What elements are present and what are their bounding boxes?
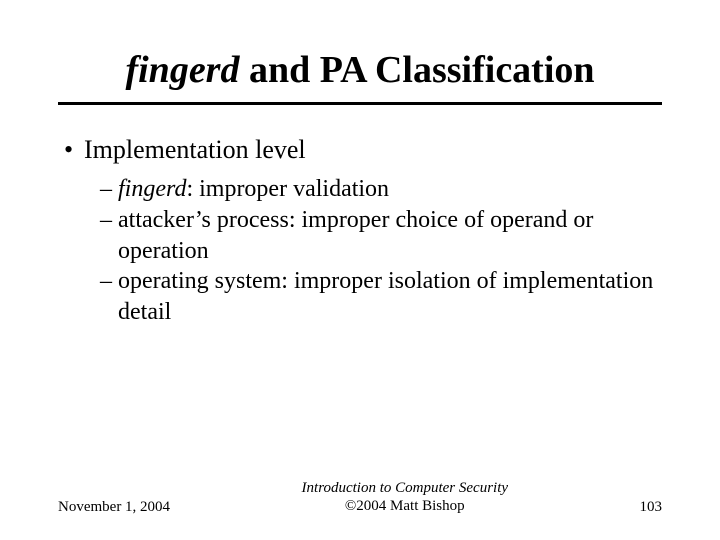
list-item: – operating system: improper isolation o… — [100, 266, 662, 327]
dash-icon: – — [100, 205, 118, 266]
footer-date: November 1, 2004 — [58, 499, 170, 516]
slide: fingerd and PA Classification •Implement… — [0, 0, 720, 540]
footer-center: Introduction to Computer Security ©2004 … — [302, 479, 509, 517]
page-number: 103 — [640, 499, 663, 516]
sub-italic: fingerd — [118, 176, 186, 202]
bullet-l1-text: Implementation level — [84, 135, 306, 164]
sub-text: operating system: improper isolation of … — [118, 266, 662, 327]
title-rule — [58, 102, 662, 105]
sub-bullets: – fingerd: improper validation – attacke… — [100, 174, 662, 328]
sub-text: fingerd: improper validation — [118, 174, 662, 205]
sub-text: attacker’s process: improper choice of o… — [118, 205, 662, 266]
title-rest: and PA Classification — [239, 49, 594, 91]
footer-copyright: ©2004 Matt Bishop — [302, 497, 509, 516]
footer: November 1, 2004 Introduction to Compute… — [58, 479, 662, 517]
slide-title: fingerd and PA Classification — [58, 48, 662, 92]
footer-title: Introduction to Computer Security — [302, 479, 509, 498]
bullet-level1: •Implementation level — [64, 133, 662, 166]
bullet-mark: • — [64, 133, 84, 166]
title-italic: fingerd — [125, 49, 239, 91]
dash-icon: – — [100, 174, 118, 205]
sub-rest: : improper validation — [186, 176, 389, 202]
dash-icon: – — [100, 266, 118, 327]
list-item: – fingerd: improper validation — [100, 174, 662, 205]
bullet-list: •Implementation level – fingerd: imprope… — [58, 133, 662, 328]
list-item: – attacker’s process: improper choice of… — [100, 205, 662, 266]
